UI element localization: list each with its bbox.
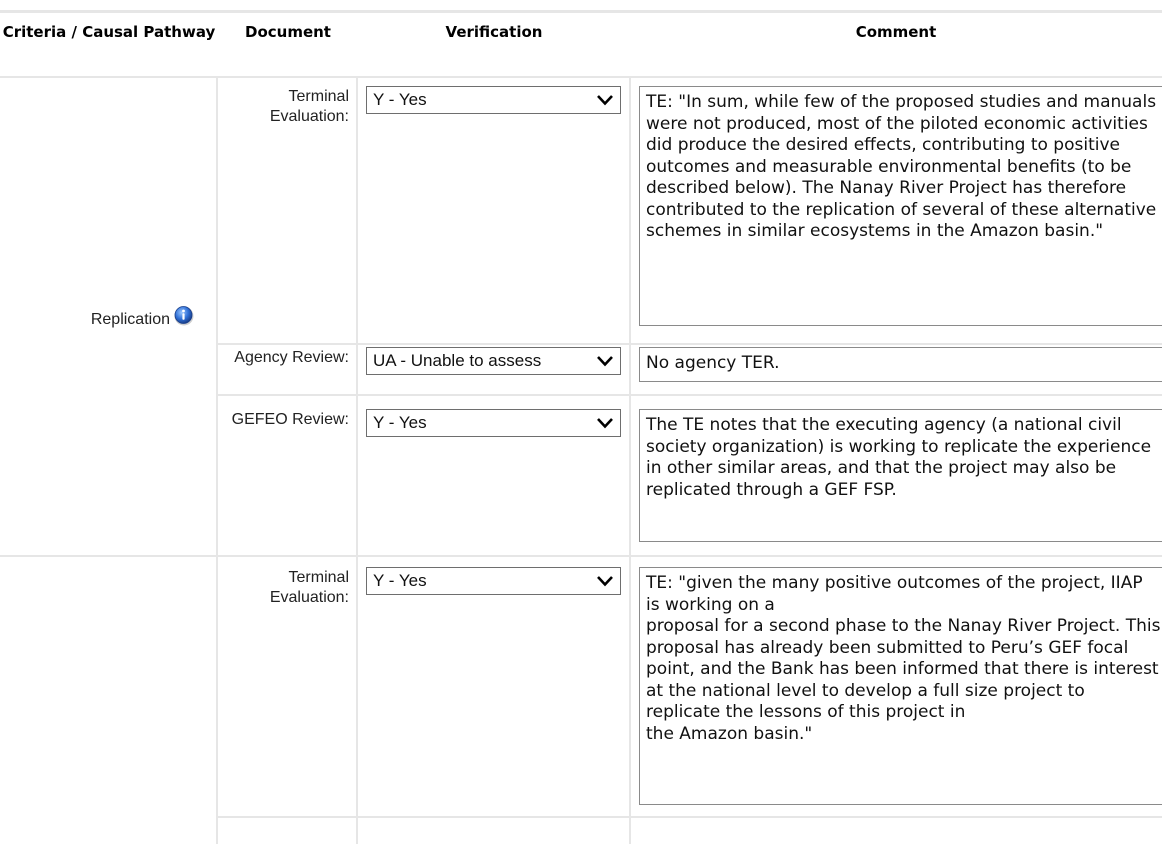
verification-value: UA - Unable to assess <box>373 351 542 370</box>
comment-textarea[interactable]: No agency TER. <box>639 347 1162 382</box>
header-comment: Comment <box>855 23 937 41</box>
verification-select[interactable]: Y - Yes <box>366 567 621 595</box>
comment-textarea[interactable]: The TE notes that the executing agency (… <box>639 409 1162 542</box>
info-icon[interactable] <box>173 305 195 327</box>
header-verification: Verification <box>445 23 543 41</box>
comment-textarea[interactable]: TE: "given the many positive outcomes of… <box>639 567 1162 805</box>
col-divider-3 <box>629 78 631 844</box>
document-label: Terminal Evaluation: <box>269 569 349 606</box>
verification-select[interactable]: Y - Yes <box>366 86 621 114</box>
comment-textarea[interactable]: TE: "In sum, while few of the proposed s… <box>639 86 1162 326</box>
verification-value: Y - Yes <box>373 90 427 109</box>
col-divider-2 <box>356 78 358 844</box>
header-criteria: Criteria / Causal Pathway <box>2 23 216 41</box>
row-divider <box>218 394 1162 396</box>
verification-select[interactable]: Y - Yes <box>366 409 621 437</box>
col-divider-1 <box>216 78 218 844</box>
document-label: Terminal Evaluation: <box>269 88 349 125</box>
header-divider <box>0 76 1162 78</box>
review-table: Criteria / Causal Pathway Document Verif… <box>0 0 1162 844</box>
row-divider <box>218 343 1162 345</box>
verification-value: Y - Yes <box>373 571 427 590</box>
header-document: Document <box>245 23 331 41</box>
table-header: Criteria / Causal Pathway Document Verif… <box>0 13 1162 75</box>
document-label: GEFEO Review: <box>231 411 349 428</box>
verification-value: Y - Yes <box>373 413 427 432</box>
chevron-down-icon <box>597 418 613 429</box>
document-label: Agency Review: <box>234 349 349 366</box>
section-divider <box>0 555 1162 557</box>
chevron-down-icon <box>597 356 613 367</box>
verification-select[interactable]: UA - Unable to assess <box>366 347 621 375</box>
chevron-down-icon <box>597 576 613 587</box>
chevron-down-icon <box>597 95 613 106</box>
row-divider <box>218 816 1162 818</box>
criteria-replication-label: Replication <box>90 311 170 328</box>
